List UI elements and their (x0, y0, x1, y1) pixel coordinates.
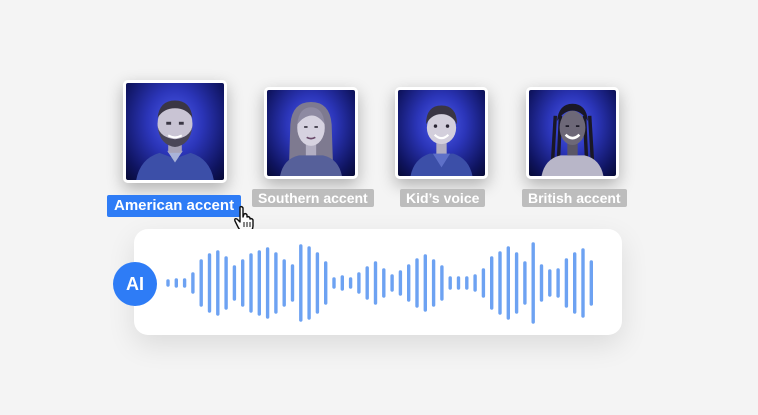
ai-badge: AI (113, 262, 157, 306)
audio-waveform (166, 242, 593, 324)
